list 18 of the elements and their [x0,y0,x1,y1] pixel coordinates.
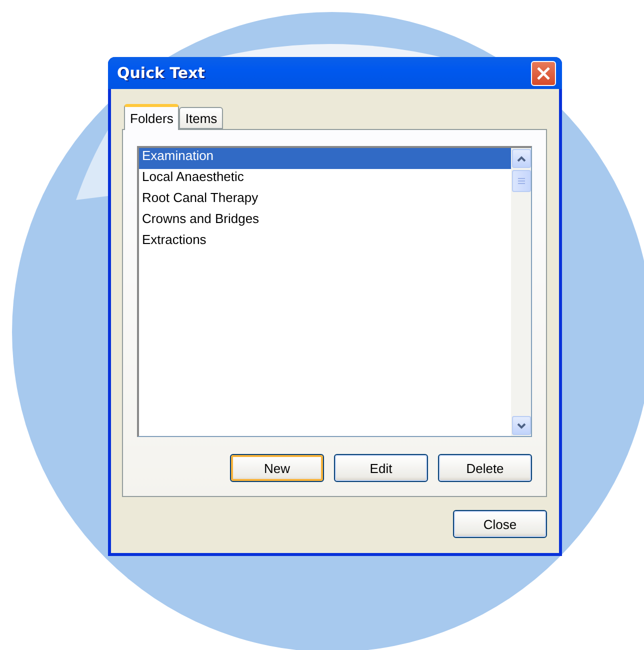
list-item[interactable]: Examination [139,148,511,169]
tab[interactable]: Items [179,107,224,129]
glare-shape [76,130,108,200]
list-item[interactable]: Extractions [139,232,511,253]
dialog-button[interactable]: Edit [334,454,428,482]
folder-list[interactable]: Examination Local Anaesthetic Root Canal Therapy Crowns and Bridges Extractions [137,146,532,437]
scroll-thumb[interactable] [512,170,530,192]
scroll-up-icon[interactable] [512,149,530,168]
dialog-button[interactable]: New [230,454,324,482]
list-item[interactable]: Local Anaesthetic [139,169,511,190]
dialog-button[interactable]: Delete [438,454,532,482]
close-icon[interactable] [531,60,556,86]
scroll-down-icon[interactable] [512,416,530,435]
close-button[interactable]: Close [453,510,547,538]
tab[interactable]: Folders [124,104,180,130]
window-title: Quick Text [117,64,205,82]
list-item[interactable]: Root Canal Therapy [139,190,511,211]
list-item[interactable]: Crowns and Bridges [139,211,511,232]
